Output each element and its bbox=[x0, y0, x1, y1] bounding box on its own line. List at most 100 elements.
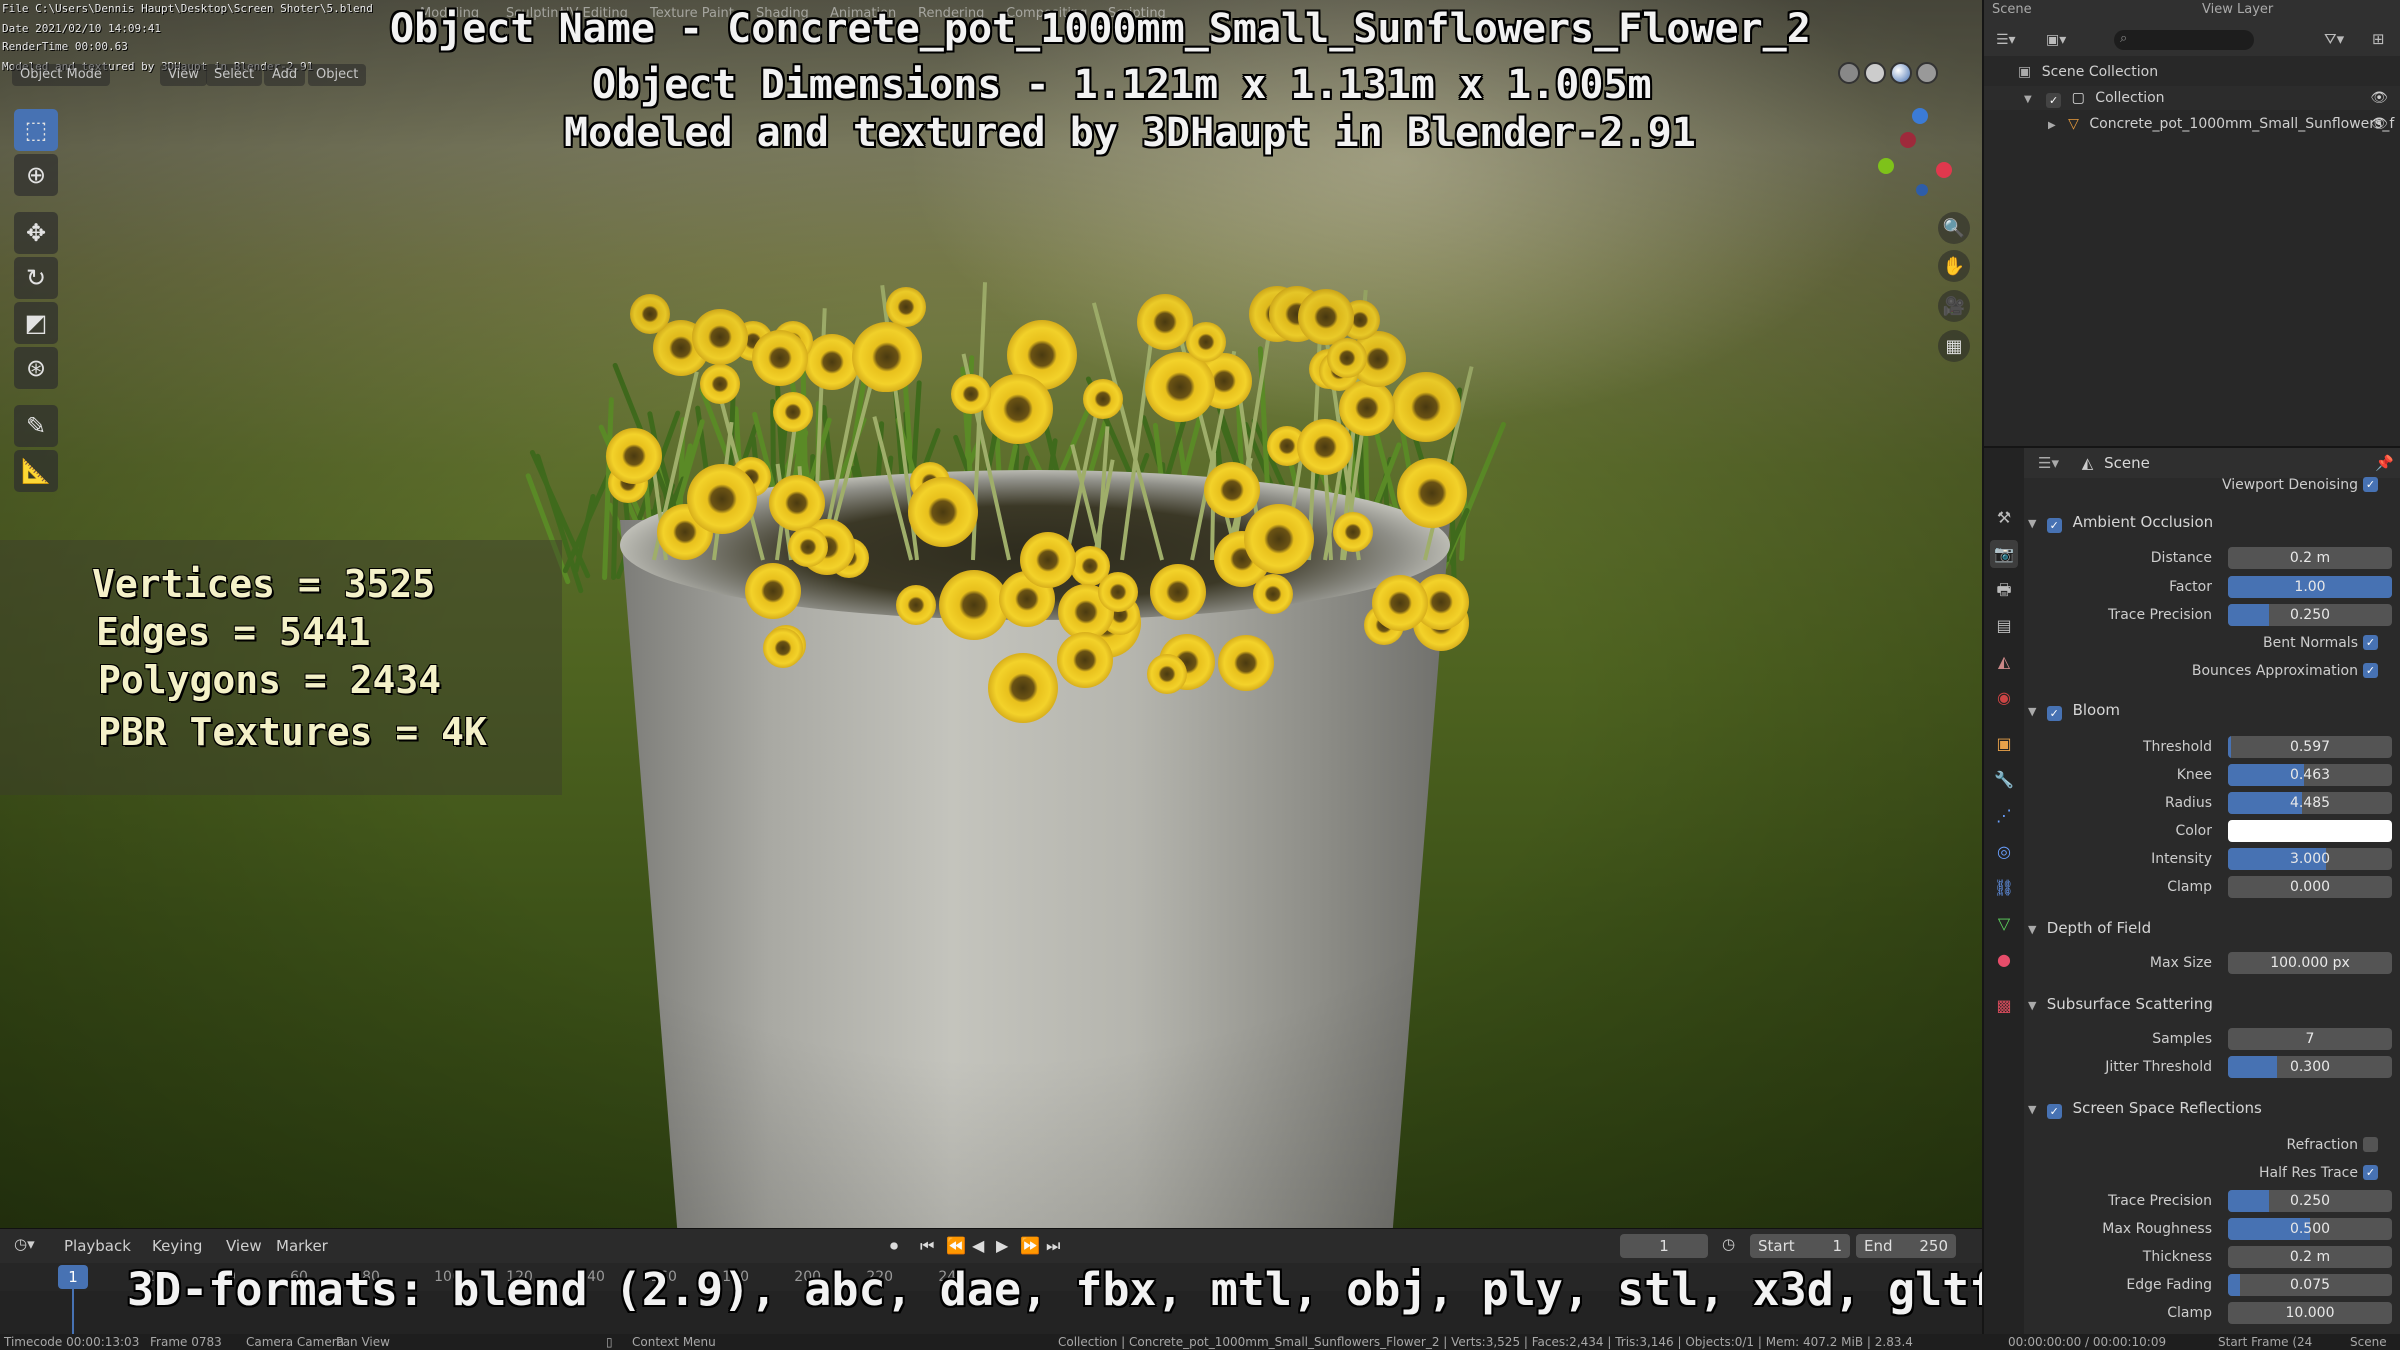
outliner-row-collection[interactable]: ▼ ✓ ▢ Collection 👁 bbox=[1984, 86, 2400, 110]
half-res-trace-checkbox[interactable]: ✓ bbox=[2363, 1165, 2378, 1180]
visibility-eye-icon[interactable]: 👁 bbox=[2370, 86, 2388, 110]
bent-normals-checkbox[interactable]: ✓ bbox=[2363, 635, 2378, 650]
scale-icon[interactable]: ◩ bbox=[14, 302, 58, 344]
object-visibility-eye-icon[interactable]: 👁 bbox=[2370, 112, 2388, 136]
tool-settings-tab-icon[interactable]: ⚒ bbox=[1990, 504, 2018, 532]
object-tab-icon[interactable]: ▣ bbox=[1990, 730, 2018, 758]
menu-timeline-view[interactable]: View bbox=[226, 1237, 262, 1255]
texture-tab-icon[interactable]: ▩ bbox=[1990, 992, 2018, 1020]
record-icon[interactable]: ⏺ bbox=[890, 1236, 898, 1256]
ssr-edge-fading-slider[interactable]: 0.075 bbox=[2228, 1274, 2392, 1296]
view-layer-label[interactable]: View Layer bbox=[2202, 2, 2273, 17]
menu-select[interactable]: Select bbox=[206, 64, 263, 86]
panel-ambient-occlusion[interactable]: ▼ ✓ Ambient Occlusion bbox=[2028, 508, 2398, 536]
pan-hand-icon[interactable]: ✋ bbox=[1938, 250, 1970, 282]
bloom-radius-slider[interactable]: 4.485 bbox=[2228, 792, 2392, 814]
render-tab-icon[interactable]: 📷 bbox=[1990, 540, 2018, 568]
cursor-icon[interactable]: ⊕ bbox=[14, 154, 58, 196]
menu-keying[interactable]: Keying bbox=[152, 1237, 202, 1255]
transform-icon[interactable]: ⊛ bbox=[14, 347, 58, 389]
navigation-gizmo[interactable] bbox=[1876, 106, 1956, 196]
panel-subsurface-scattering[interactable]: ▼ Subsurface Scattering bbox=[2028, 990, 2398, 1018]
bloom-knee-slider[interactable]: 0.463 bbox=[2228, 764, 2392, 786]
scene-selector-label[interactable]: Scene bbox=[1992, 2, 2032, 17]
annotate-icon[interactable]: ✎ bbox=[14, 405, 58, 447]
refraction-checkbox[interactable] bbox=[2363, 1137, 2378, 1152]
rotate-icon[interactable]: ↻ bbox=[14, 257, 58, 299]
ao-distance-field[interactable]: 0.2 m bbox=[2228, 547, 2392, 569]
editor-type-clock-icon[interactable]: ◷▾ bbox=[14, 1235, 35, 1253]
play-icon[interactable]: ▶ bbox=[996, 1236, 1008, 1255]
outliner-row-object[interactable]: ▶ ▽ Concrete_pot_1000mm_Small_Sunflowers… bbox=[1984, 112, 2400, 136]
jump-end-icon[interactable]: ⏭ bbox=[1046, 1236, 1060, 1256]
material-tab-icon[interactable]: ● bbox=[1990, 946, 2018, 974]
constraints-tab-icon[interactable]: ⛓ bbox=[1990, 874, 2018, 902]
panel-bloom[interactable]: ▼ ✓ Bloom bbox=[2028, 696, 2398, 724]
start-frame-field[interactable]: Start 1 bbox=[1750, 1234, 1850, 1258]
camera-view-icon[interactable]: 🎥 bbox=[1938, 290, 1970, 322]
measure-icon[interactable]: 📐 bbox=[14, 450, 58, 492]
view-layer-tab-icon[interactable]: ▤ bbox=[1990, 612, 2018, 640]
wireframe-shading-icon[interactable] bbox=[1838, 62, 1860, 84]
menu-add[interactable]: Add bbox=[264, 64, 306, 86]
physics-tab-icon[interactable]: ◎ bbox=[1990, 838, 2018, 866]
x-axis-icon[interactable] bbox=[1936, 162, 1952, 178]
display-mode-icon[interactable]: ☰▾ bbox=[1996, 32, 2016, 48]
world-tab-icon[interactable]: ◉ bbox=[1990, 684, 2018, 712]
ssr-trace-precision-slider[interactable]: 0.250 bbox=[2228, 1190, 2392, 1212]
bloom-checkbox[interactable]: ✓ bbox=[2046, 706, 2062, 721]
preview-range-clock-icon[interactable]: ◷ bbox=[1722, 1235, 1735, 1253]
ssr-checkbox[interactable]: ✓ bbox=[2046, 1104, 2062, 1119]
ssr-thickness-field[interactable]: 0.2 m bbox=[2228, 1246, 2392, 1268]
panel-screen-space-reflections[interactable]: ▼ ✓ Screen Space Reflections bbox=[2028, 1094, 2398, 1122]
current-frame-field[interactable]: 1 bbox=[1620, 1234, 1708, 1258]
next-keyframe-icon[interactable]: ⏩ bbox=[1020, 1236, 1040, 1255]
bounces-approximation-checkbox[interactable]: ✓ bbox=[2363, 663, 2378, 678]
filter-icon[interactable]: ⛛▾ bbox=[2324, 30, 2344, 48]
outliner-search-input[interactable]: ⌕ bbox=[2114, 30, 2254, 50]
jump-start-icon[interactable]: ⏮ bbox=[920, 1236, 934, 1256]
menu-view[interactable]: View bbox=[160, 64, 207, 86]
end-frame-field[interactable]: End 250 bbox=[1856, 1234, 1956, 1258]
solid-shading-icon[interactable] bbox=[1864, 62, 1886, 84]
menu-marker[interactable]: Marker bbox=[276, 1237, 328, 1255]
collection-checkbox[interactable]: ✓ bbox=[2046, 93, 2062, 108]
ssr-max-roughness-slider[interactable]: 0.500 bbox=[2228, 1218, 2392, 1240]
y-axis-icon[interactable] bbox=[1878, 158, 1894, 174]
bloom-clamp-field[interactable]: 0.000 bbox=[2228, 876, 2392, 898]
output-tab-icon[interactable]: 🖶 bbox=[1990, 576, 2018, 604]
move-icon[interactable]: ✥ bbox=[14, 212, 58, 254]
dof-max-size-field[interactable]: 100.000 px bbox=[2228, 952, 2392, 974]
sss-samples-field[interactable]: 7 bbox=[2228, 1028, 2392, 1050]
bloom-color-swatch[interactable] bbox=[2228, 820, 2392, 842]
panel-depth-of-field[interactable]: ▼ Depth of Field bbox=[2028, 914, 2398, 942]
prev-keyframe-icon[interactable]: ⏪ bbox=[946, 1236, 966, 1255]
data-tab-icon[interactable]: ▽ bbox=[1990, 910, 2018, 938]
z-axis-icon[interactable] bbox=[1912, 108, 1928, 124]
ssr-clamp-field[interactable]: 10.000 bbox=[2228, 1302, 2392, 1324]
menu-object[interactable]: Object bbox=[308, 64, 367, 86]
menu-playback[interactable]: Playback bbox=[64, 1237, 131, 1255]
expand-chevron-icon[interactable]: ▼ bbox=[2024, 94, 2032, 105]
bloom-threshold-slider[interactable]: 0.597 bbox=[2228, 736, 2392, 758]
sss-jitter-slider[interactable]: 0.300 bbox=[2228, 1056, 2392, 1078]
ambient-occlusion-checkbox[interactable]: ✓ bbox=[2046, 518, 2062, 533]
3d-viewport[interactable]: File C:\Users\Dennis Haupt\Desktop\Scree… bbox=[0, 0, 1982, 1228]
ao-factor-slider[interactable]: 1.00 bbox=[2228, 576, 2392, 598]
zoom-icon[interactable]: 🔍 bbox=[1938, 212, 1970, 244]
ao-trace-precision-slider[interactable]: 0.250 bbox=[2228, 604, 2392, 626]
scene-tab-icon[interactable]: ◭ bbox=[1990, 648, 2018, 676]
playhead[interactable]: 1 bbox=[58, 1265, 88, 1289]
editor-type-icon[interactable]: ☰▾ bbox=[2038, 454, 2059, 472]
outliner-row-scene-collection[interactable]: ▣ Scene Collection bbox=[1984, 60, 2400, 84]
object-expand-chevron-icon[interactable]: ▶ bbox=[2048, 120, 2056, 131]
viewport-denoising-checkbox[interactable]: ✓ bbox=[2363, 477, 2378, 492]
filter-view-icon[interactable]: ▣▾ bbox=[2046, 32, 2066, 48]
properties-panel[interactable]: ⚒ 📷 🖶 ▤ ◭ ◉ ▣ 🔧 ⋰ ◎ ⛓ ▽ ● ▩ ☰▾ ◭ Scene 📌… bbox=[1982, 446, 2400, 1334]
timeline-editor[interactable]: ◷▾ Playback Keying View Marker ⏺ ⏮ ⏪ ◀ ▶… bbox=[0, 1228, 2132, 1335]
bloom-intensity-slider[interactable]: 3.000 bbox=[2228, 848, 2392, 870]
outliner-panel[interactable]: Scene View Layer ☰▾ ▣▾ ⌕ ⛛▾ ⊞ ▣ Scene Co… bbox=[1982, 0, 2400, 446]
rendered-shading-icon[interactable] bbox=[1916, 62, 1938, 84]
perspective-grid-icon[interactable]: ▦ bbox=[1938, 330, 1970, 362]
play-reverse-icon[interactable]: ◀ bbox=[972, 1236, 984, 1255]
